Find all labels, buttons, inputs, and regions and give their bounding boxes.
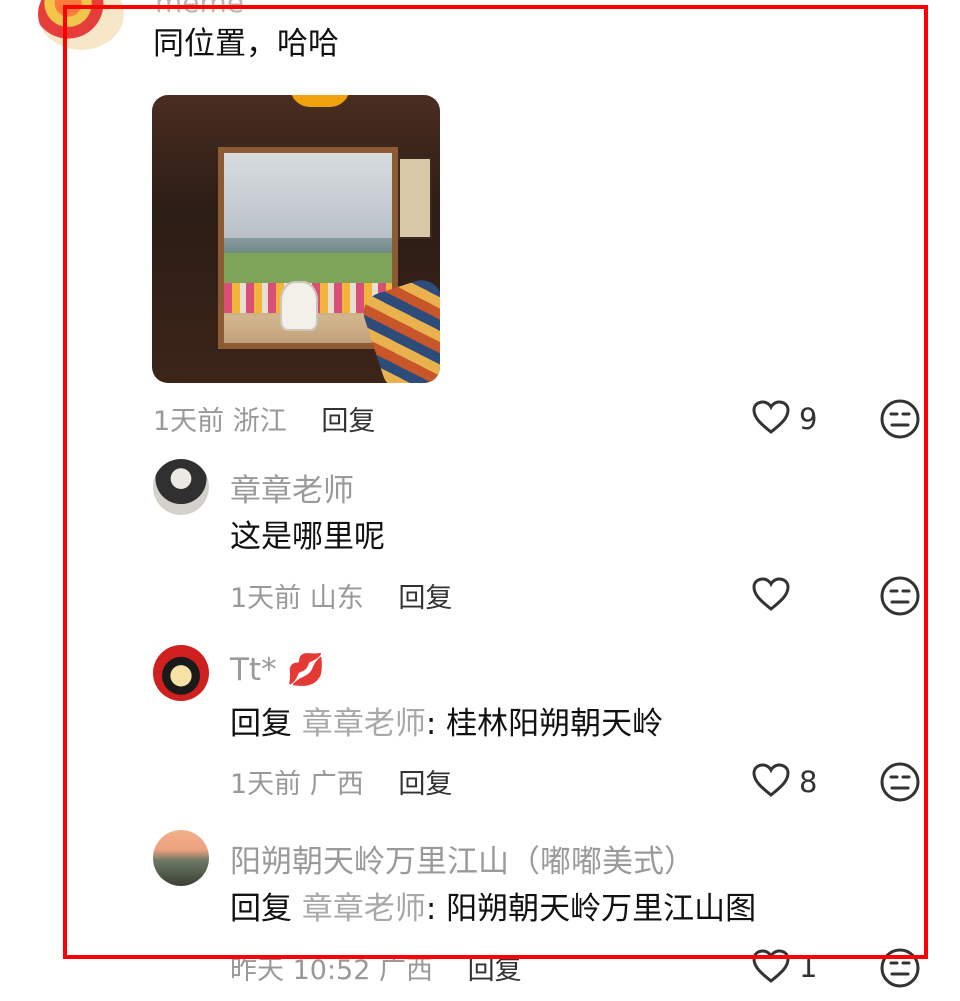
comment-thread: meme 同位置，哈哈 1天前 浙江 回复 9 章章老师 这是哪里呢 1天前 山… <box>0 0 960 1001</box>
reply-prefix: 回复 <box>230 706 292 742</box>
heart-outline-icon[interactable] <box>751 399 791 435</box>
reply-meta: 1天前 广西 回复 <box>230 762 452 801</box>
top-username[interactable]: meme <box>155 0 244 19</box>
neutral-face-icon[interactable] <box>879 947 921 989</box>
photo-sign <box>398 157 432 239</box>
top-comment-meta: 1天前 浙江 回复 <box>153 399 375 438</box>
top-avatar[interactable] <box>38 0 124 50</box>
neutral-face-icon[interactable] <box>879 398 921 440</box>
reply-button[interactable]: 回复 <box>398 583 452 614</box>
reply-button[interactable]: 回复 <box>398 769 452 800</box>
lips-icon: 💋 <box>286 652 326 688</box>
reply-button[interactable]: 回复 <box>321 406 375 437</box>
reply-meta: 昨天 10:52 广西 回复 <box>230 948 522 987</box>
avatar[interactable] <box>153 645 209 701</box>
reply-text-line: 回复 章章老师: 阳朔朝天岭万里江山图 <box>230 892 756 926</box>
like-count: 1 <box>799 950 818 984</box>
like-count: 8 <box>799 765 818 799</box>
reply-time-location: 昨天 10:52 广西 <box>230 955 433 986</box>
reply-text: : 桂林阳朔朝天岭 <box>425 706 664 742</box>
reply-meta: 1天前 山东 回复 <box>230 576 452 615</box>
reply-text: 这是哪里呢 <box>230 519 385 555</box>
neutral-face-icon[interactable] <box>879 575 921 617</box>
heart-outline-icon[interactable] <box>751 762 791 798</box>
like-count: 9 <box>799 402 818 436</box>
photo-dog <box>280 281 318 331</box>
comment-photo[interactable] <box>152 95 440 383</box>
avatar[interactable] <box>153 830 209 886</box>
reply-text: : 阳朔朝天岭万里江山图 <box>425 891 757 927</box>
reply-username[interactable]: 阳朔朝天岭万里江山（嘟嘟美式） <box>230 836 695 881</box>
reply-prefix: 回复 <box>230 891 292 927</box>
heart-outline-icon[interactable] <box>751 576 791 612</box>
reply-button[interactable]: 回复 <box>468 955 522 986</box>
photo-mountains <box>224 238 392 254</box>
photo-lamp <box>290 95 350 107</box>
reply-target[interactable]: 章章老师 <box>302 891 426 927</box>
photo-field <box>224 253 392 283</box>
top-comment-text: 同位置，哈哈 <box>153 26 339 62</box>
reply-time-location: 1天前 山东 <box>230 583 364 614</box>
top-time-location: 1天前 浙江 <box>153 406 287 437</box>
reply-target[interactable]: 章章老师 <box>302 706 426 742</box>
reply-username[interactable]: 章章老师 <box>230 465 354 510</box>
neutral-face-icon[interactable] <box>879 761 921 803</box>
heart-outline-icon[interactable] <box>751 948 791 984</box>
reply-time-location: 1天前 广西 <box>230 769 364 800</box>
reply-username[interactable]: Tt* 💋 <box>230 651 325 688</box>
reply-username-text: Tt* <box>230 652 277 688</box>
avatar[interactable] <box>153 459 209 515</box>
reply-text-line: 回复 章章老师: 桂林阳朔朝天岭 <box>230 707 663 741</box>
